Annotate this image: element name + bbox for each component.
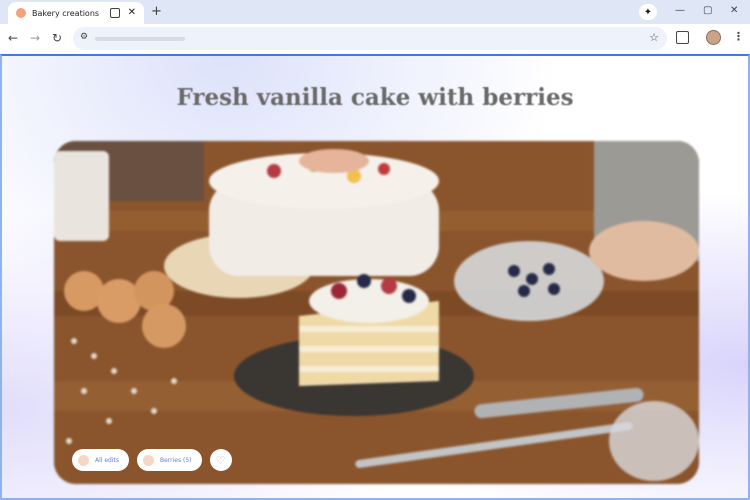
new-tab-icon[interactable]: + [151,5,162,18]
profile-avatar[interactable] [706,30,721,45]
page-title: Fresh vanilla cake with berries [176,84,574,111]
tune-icon[interactable]: ⚙ [80,32,88,42]
favorite-button[interactable]: ♡ [209,449,232,471]
heart-icon: ♡ [215,453,226,467]
tab-bakery-creations[interactable]: Bakery creations ✕ [8,2,144,24]
chip-all-edits[interactable]: All edits [72,449,129,471]
forward-icon[interactable]: → [30,31,40,45]
back-icon[interactable]: ← [8,31,18,45]
star-icon[interactable]: ☆ [649,31,659,44]
extensions-icon[interactable] [676,31,689,44]
hero-image [54,141,699,484]
tab-strip: Bakery creations ✕ + ✦ — ▢ ✕ [0,0,750,24]
chip-berries[interactable]: Berries (5) [137,449,202,471]
spark-icon[interactable]: ✦ [639,4,657,20]
close-tab-icon[interactable]: ✕ [128,8,136,18]
address-bar[interactable]: ⚙ ☆ [73,27,667,50]
chip-row: All edits Berries (5) ♡ [72,449,232,471]
tab-title: Bakery creations [32,8,100,18]
menu-icon[interactable]: ⋮ [733,31,744,43]
favicon-icon [16,8,26,18]
chip-thumbnail [78,454,89,466]
reload-icon[interactable]: ↻ [52,31,62,45]
chip-thumbnail [143,454,154,466]
chip-label: All edits [95,456,119,464]
window-close-icon[interactable]: ✕ [730,4,738,18]
maximize-icon[interactable]: ▢ [703,4,712,18]
page-content: Fresh vanilla cake with berries All edit… [0,54,750,500]
cake-photo [54,141,699,484]
browser-toolbar: ← → ↻ ⚙ ☆ [0,24,750,54]
minimize-icon[interactable]: — [675,4,685,18]
share-icon[interactable] [109,8,120,18]
chip-label: Berries (5) [160,456,192,464]
url-placeholder-bar [95,37,185,41]
